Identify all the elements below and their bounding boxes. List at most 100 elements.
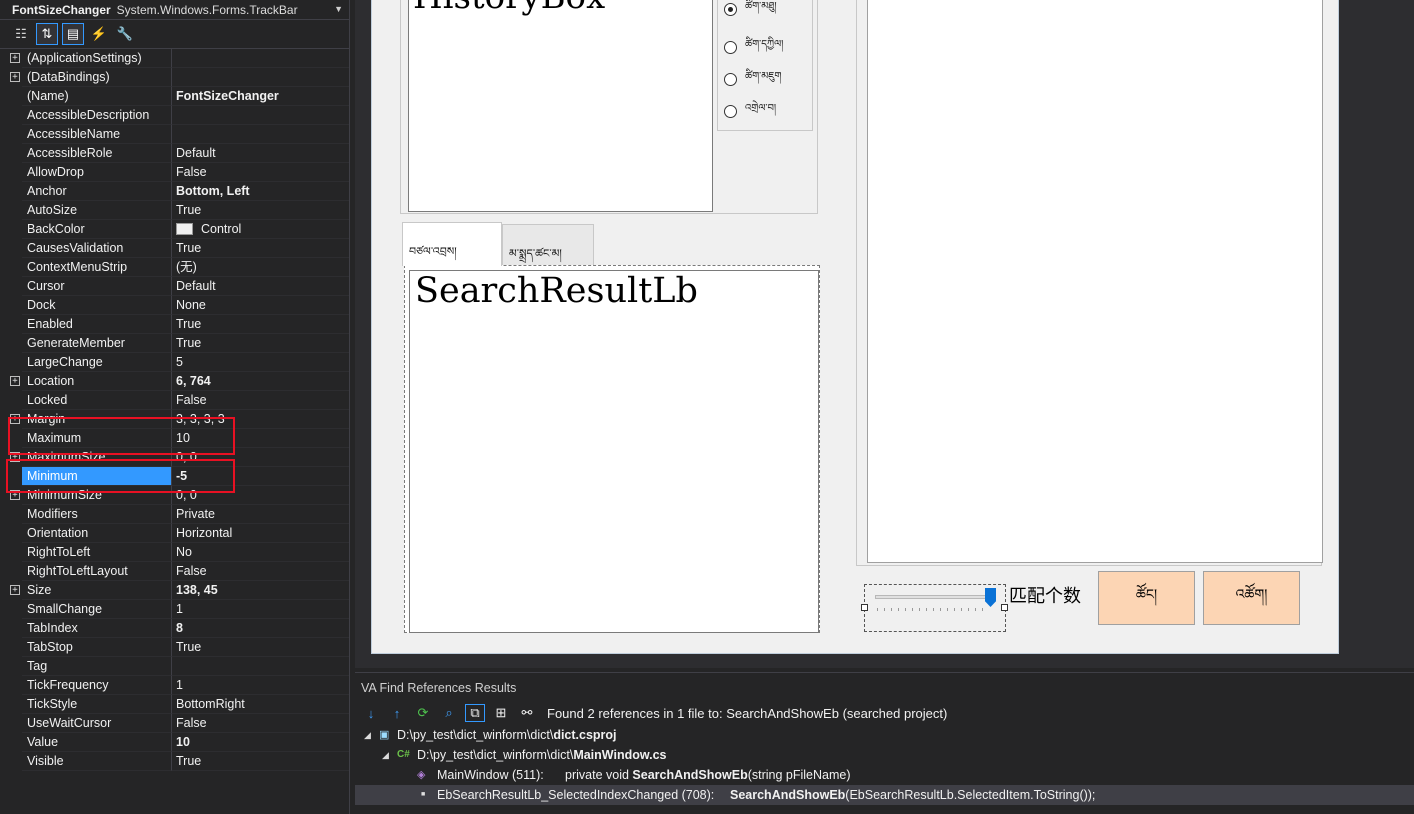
- alphabetical-icon[interactable]: ⇅: [36, 23, 58, 45]
- property-value[interactable]: Default: [172, 277, 349, 296]
- property-row[interactable]: Value 10: [0, 733, 349, 752]
- property-name[interactable]: Locked: [22, 391, 172, 410]
- property-name[interactable]: Cursor: [22, 277, 172, 296]
- previous-arrow-icon[interactable]: ↑: [387, 704, 407, 722]
- property-pages-icon[interactable]: 🔧: [114, 23, 136, 45]
- tree-row-project[interactable]: ◢ ▣ D:\py_test\dict_winform\dict\dict.cs…: [355, 725, 1414, 745]
- property-row[interactable]: + (DataBindings): [0, 68, 349, 87]
- property-row[interactable]: Tag: [0, 657, 349, 676]
- trackbar-thumb[interactable]: [985, 588, 996, 607]
- property-name[interactable]: Value: [22, 733, 172, 752]
- property-name[interactable]: RightToLeftLayout: [22, 562, 172, 581]
- property-row[interactable]: UseWaitCursor False: [0, 714, 349, 733]
- property-row[interactable]: TickFrequency 1: [0, 676, 349, 695]
- property-name[interactable]: Enabled: [22, 315, 172, 334]
- clear-button[interactable]: འཚོག།: [1203, 571, 1300, 625]
- property-value[interactable]: (无): [172, 258, 349, 277]
- property-name[interactable]: AccessibleRole: [22, 144, 172, 163]
- property-name[interactable]: Tag: [22, 657, 172, 676]
- property-row[interactable]: LargeChange 5: [0, 353, 349, 372]
- property-name[interactable]: RightToLeft: [22, 543, 172, 562]
- property-name[interactable]: AutoSize: [22, 201, 172, 220]
- property-row[interactable]: SmallChange 1: [0, 600, 349, 619]
- property-name[interactable]: TabIndex: [22, 619, 172, 638]
- property-name[interactable]: TickFrequency: [22, 676, 172, 695]
- property-name[interactable]: UseWaitCursor: [22, 714, 172, 733]
- property-value[interactable]: Bottom, Left: [172, 182, 349, 201]
- expand-plus-icon[interactable]: +: [10, 376, 20, 386]
- property-value[interactable]: False: [172, 163, 349, 182]
- property-value[interactable]: [172, 125, 349, 144]
- property-name[interactable]: Size: [22, 581, 172, 600]
- property-value[interactable]: Control: [172, 220, 349, 239]
- property-name[interactable]: (DataBindings): [22, 68, 172, 87]
- property-value[interactable]: True: [172, 201, 349, 220]
- resize-handle-right[interactable]: [1001, 604, 1008, 611]
- property-value[interactable]: Horizontal: [172, 524, 349, 543]
- property-row[interactable]: Enabled True: [0, 315, 349, 334]
- property-value[interactable]: None: [172, 296, 349, 315]
- property-row[interactable]: + Location 6, 764: [0, 372, 349, 391]
- categorized-icon[interactable]: ☷: [10, 23, 32, 45]
- tree-row-reference-2[interactable]: ■ EbSearchResultLb_SelectedIndexChanged …: [355, 785, 1414, 805]
- property-value[interactable]: False: [172, 562, 349, 581]
- history-box[interactable]: HistoryBox: [408, 0, 713, 212]
- property-value[interactable]: True: [172, 315, 349, 334]
- radio-option-1[interactable]: ཚིག་མཐུ།: [724, 0, 777, 23]
- property-name[interactable]: TabStop: [22, 638, 172, 657]
- property-row[interactable]: AccessibleDescription: [0, 106, 349, 125]
- property-value[interactable]: BottomRight: [172, 695, 349, 714]
- property-name[interactable]: AccessibleName: [22, 125, 172, 144]
- property-name[interactable]: GenerateMember: [22, 334, 172, 353]
- property-row[interactable]: TabStop True: [0, 638, 349, 657]
- property-value[interactable]: [172, 49, 349, 68]
- property-row[interactable]: + (ApplicationSettings): [0, 49, 349, 68]
- property-value[interactable]: True: [172, 334, 349, 353]
- property-value[interactable]: Default: [172, 144, 349, 163]
- property-value[interactable]: True: [172, 239, 349, 258]
- property-value[interactable]: No: [172, 543, 349, 562]
- expand-plus-icon[interactable]: +: [10, 72, 20, 82]
- property-row[interactable]: AllowDrop False: [0, 163, 349, 182]
- collapse-triangle-icon[interactable]: ◢: [382, 745, 389, 765]
- object-selector[interactable]: FontSizeChanger System.Windows.Forms.Tra…: [0, 0, 349, 20]
- property-value[interactable]: [172, 68, 349, 87]
- tab-search-results[interactable]: བཙལ་འབྲས།: [402, 222, 502, 266]
- property-value[interactable]: [172, 106, 349, 125]
- property-row[interactable]: AutoSize True: [0, 201, 349, 220]
- property-name[interactable]: ContextMenuStrip: [22, 258, 172, 277]
- property-row[interactable]: + Size 138, 45: [0, 581, 349, 600]
- property-value[interactable]: [172, 657, 349, 676]
- property-value[interactable]: True: [172, 752, 349, 771]
- property-value[interactable]: 5: [172, 353, 349, 372]
- expand-plus-icon[interactable]: +: [10, 53, 20, 63]
- chevron-down-icon[interactable]: ▼: [334, 4, 343, 14]
- tab-all-words[interactable]: མ་སྨྲད་ཚང་མ།: [502, 224, 594, 266]
- property-name[interactable]: LargeChange: [22, 353, 172, 372]
- property-row[interactable]: RightToLeftLayout False: [0, 562, 349, 581]
- property-row[interactable]: Cursor Default: [0, 277, 349, 296]
- refresh-icon[interactable]: ⟳: [413, 704, 433, 722]
- expand-plus-icon[interactable]: +: [10, 585, 20, 595]
- radio-option-3[interactable]: ཚིག་མཇུག: [724, 65, 781, 93]
- property-row[interactable]: AccessibleRole Default: [0, 144, 349, 163]
- property-value[interactable]: 1: [172, 600, 349, 619]
- property-row[interactable]: Modifiers Private: [0, 505, 349, 524]
- property-value[interactable]: 6, 764: [172, 372, 349, 391]
- property-row[interactable]: Locked False: [0, 391, 349, 410]
- property-value[interactable]: False: [172, 391, 349, 410]
- property-name[interactable]: Orientation: [22, 524, 172, 543]
- property-name[interactable]: CausesValidation: [22, 239, 172, 258]
- property-name[interactable]: BackColor: [22, 220, 172, 239]
- events-icon[interactable]: ⚡: [88, 23, 110, 45]
- next-arrow-icon[interactable]: ↓: [361, 704, 381, 722]
- property-name[interactable]: TickStyle: [22, 695, 172, 714]
- find-icon[interactable]: ⌕: [439, 704, 459, 722]
- properties-icon[interactable]: ▤: [62, 23, 84, 45]
- property-value[interactable]: 8: [172, 619, 349, 638]
- property-value[interactable]: Private: [172, 505, 349, 524]
- clone-results-icon[interactable]: ⊞: [491, 704, 511, 722]
- property-name[interactable]: Modifiers: [22, 505, 172, 524]
- property-name[interactable]: AccessibleDescription: [22, 106, 172, 125]
- radio-option-4[interactable]: འགྲེལ་བ།: [724, 97, 776, 125]
